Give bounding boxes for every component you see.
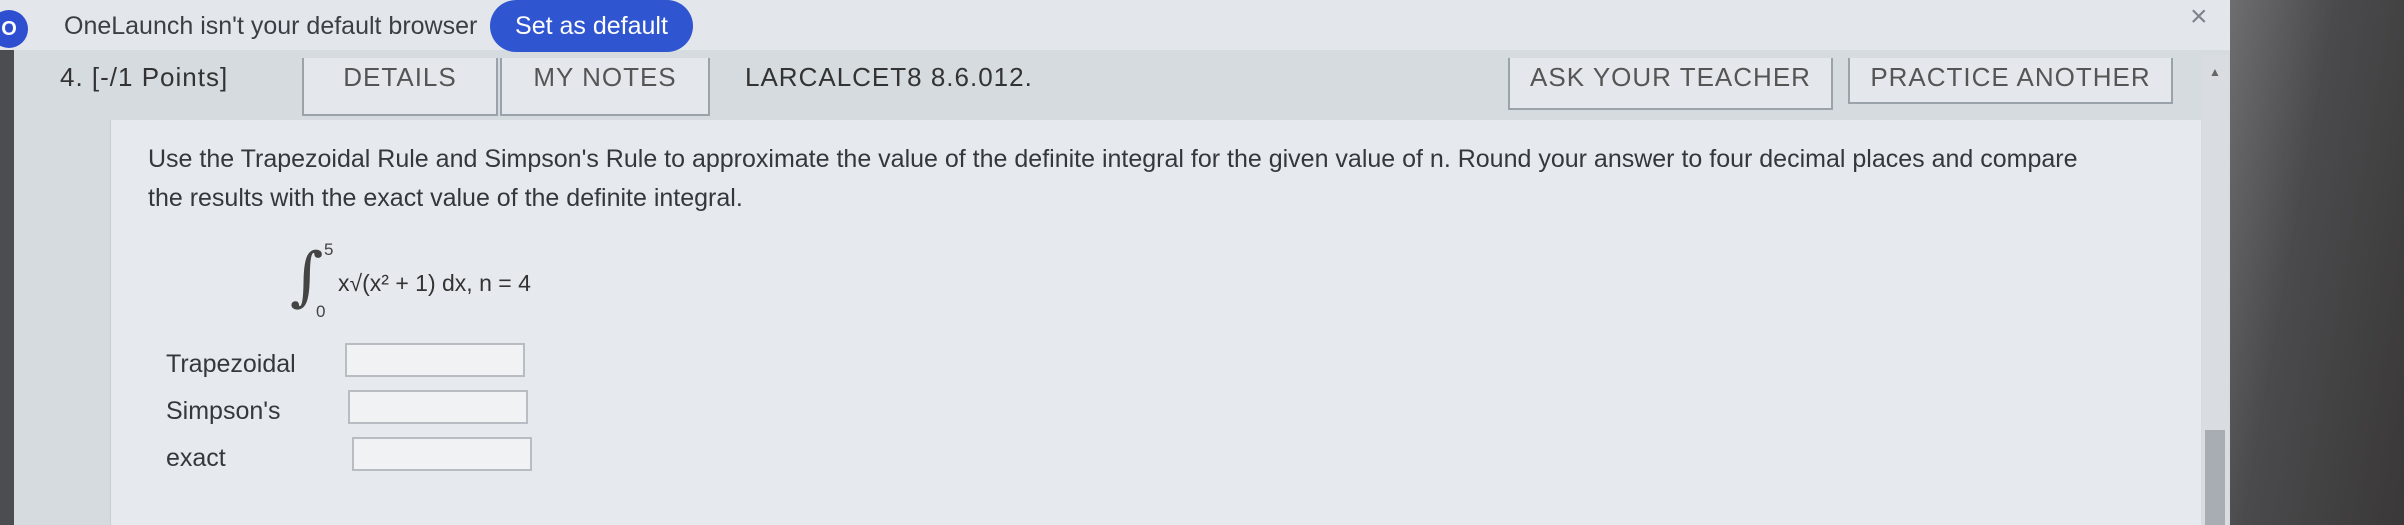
- onelaunch-logo-icon: O: [0, 10, 28, 48]
- trapezoidal-label: Trapezoidal: [166, 350, 296, 378]
- question-instructions: Use the Trapezoidal Rule and Simpson's R…: [148, 145, 2078, 212]
- notification-message: OneLaunch isn't your default browser: [64, 12, 478, 40]
- details-button[interactable]: DETAILS: [302, 58, 498, 116]
- simpsons-input[interactable]: [348, 390, 528, 424]
- default-browser-notification: O OneLaunch isn't your default browser S…: [0, 0, 2230, 52]
- question-toolbar: 4. [-/1 Points] DETAILS MY NOTES LARCALC…: [0, 58, 2230, 118]
- scroll-thumb[interactable]: [2205, 430, 2225, 525]
- exact-input[interactable]: [352, 437, 532, 471]
- my-notes-button[interactable]: MY NOTES: [500, 58, 710, 116]
- exact-label: exact: [166, 444, 226, 472]
- background-edge: [2230, 0, 2404, 525]
- scrollbar[interactable]: ▲: [2202, 55, 2228, 525]
- simpsons-label: Simpson's: [166, 397, 281, 425]
- upper-limit: 5: [324, 240, 334, 259]
- trapezoidal-input[interactable]: [345, 343, 525, 377]
- definite-integral: ∫ 5 0 x√(x² + 1) dx, n = 4: [290, 240, 630, 330]
- course-code: LARCALCET8 8.6.012.: [745, 62, 1033, 92]
- scroll-up-icon[interactable]: ▲: [2209, 65, 2221, 79]
- practice-another-button[interactable]: PRACTICE ANOTHER: [1848, 58, 2173, 104]
- question-points-label: 4. [-/1 Points]: [60, 62, 229, 92]
- ask-your-teacher-button[interactable]: ASK YOUR TEACHER: [1508, 58, 1833, 110]
- set-as-default-button[interactable]: Set as default: [490, 0, 693, 52]
- left-edge: [0, 50, 14, 525]
- integrand-expression: x√(x² + 1) dx, n = 4: [338, 270, 531, 296]
- lower-limit: 0: [316, 302, 326, 321]
- close-icon[interactable]: ×: [2190, 0, 2208, 34]
